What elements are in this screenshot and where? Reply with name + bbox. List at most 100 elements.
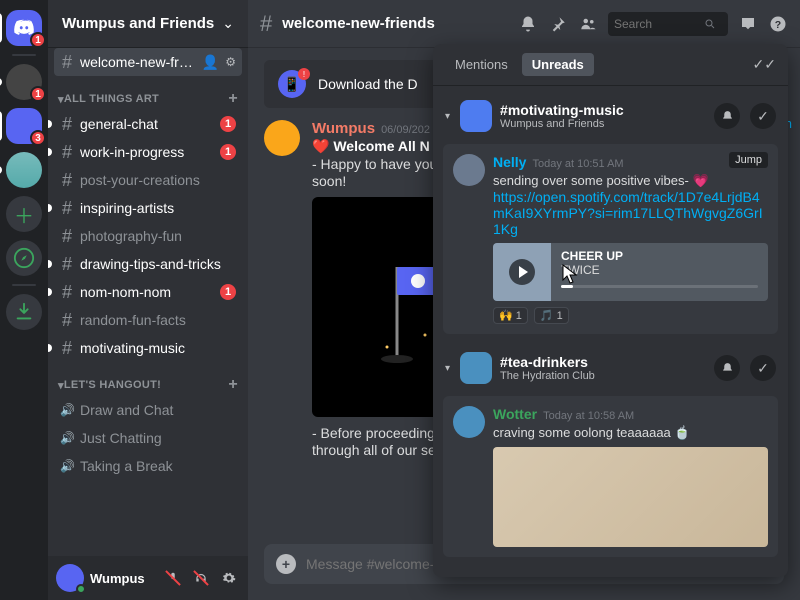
channel-wip[interactable]: #work-in-progress1 [54, 138, 242, 166]
jump-button[interactable]: Jump [729, 152, 768, 168]
voice-just[interactable]: 🔊Just Chatting [54, 424, 242, 452]
channel-random[interactable]: #random-fun-facts [54, 306, 242, 334]
user-settings-button[interactable] [218, 567, 240, 589]
topbar: # welcome-new-friends ? [248, 0, 800, 48]
inbox-section-tea: ▾ #tea-drinkers The Hydration Club ✓ Wot… [443, 346, 778, 557]
mute-mic-button[interactable] [162, 567, 184, 589]
attached-image[interactable] [493, 447, 768, 547]
chevron-down-icon[interactable]: ▾ [445, 111, 450, 122]
home-badge: 1 [30, 32, 46, 48]
section-notify-button[interactable] [714, 103, 740, 129]
play-icon[interactable] [509, 259, 535, 285]
pin-icon [549, 15, 567, 33]
inbox-section-music: ▾ #motivating-music Wumpus and Friends ✓… [443, 94, 778, 334]
mark-all-read-button[interactable]: ✓✓ [753, 56, 776, 73]
author-name[interactable]: Nelly [493, 154, 526, 170]
search-box[interactable] [608, 12, 728, 36]
channel-post[interactable]: #post-your-creations [54, 166, 242, 194]
spotify-embed[interactable]: CHEER UP TWICE [493, 243, 768, 301]
section-notify-button[interactable] [714, 355, 740, 381]
inbox-icon [739, 15, 757, 33]
section-channel[interactable]: #motivating-music [500, 102, 624, 118]
voice-draw[interactable]: 🔊Draw and Chat [54, 396, 242, 424]
channel-photo[interactable]: #photography-fun [54, 222, 242, 250]
author-avatar[interactable] [264, 120, 300, 156]
search-icon [704, 18, 716, 30]
add-friend-icon[interactable]: 👤 [202, 54, 219, 71]
reaction[interactable]: 🙌 1 [493, 307, 528, 324]
pinned-button[interactable] [548, 14, 568, 34]
hash-icon: # [260, 11, 272, 37]
add-server-button[interactable]: ＋ [6, 196, 42, 232]
guild-server2[interactable]: 3 [6, 108, 42, 144]
author-name[interactable]: Wumpus [312, 120, 375, 137]
members-button[interactable] [578, 14, 598, 34]
inbox-message[interactable]: Jump NellyToday at 10:51 AM sending over… [443, 144, 778, 334]
speaker-icon: 🔊 [60, 403, 74, 417]
speaker-icon: 🔊 [60, 459, 74, 473]
section-mark-read-button[interactable]: ✓ [750, 355, 776, 381]
self-username: Wumpus [90, 571, 156, 586]
guild-rail: 1 1 3 ＋ [0, 0, 48, 600]
download-icon [13, 301, 35, 323]
channel-welcome[interactable]: #welcome-new-frie…👤⚙ [54, 48, 242, 76]
channel-general[interactable]: #general-chat1 [54, 110, 242, 138]
download-apps-button[interactable] [6, 294, 42, 330]
category-art[interactable]: ▾ ALL THINGS ART+ [54, 76, 242, 110]
inbox-message[interactable]: WotterToday at 10:58 AM craving some ool… [443, 396, 778, 557]
compass-icon [13, 247, 35, 269]
members-icon [578, 15, 598, 33]
help-button[interactable]: ? [768, 14, 788, 34]
mic-icon [166, 571, 180, 585]
chevron-down-icon: ⌄ [222, 15, 234, 32]
tab-unreads[interactable]: Unreads [522, 53, 594, 76]
server-header[interactable]: Wumpus and Friends ⌄ [48, 0, 248, 48]
self-avatar[interactable] [56, 564, 84, 592]
inbox-tabs: Mentions Unreads ✓✓ [433, 44, 788, 86]
deafen-button[interactable] [190, 567, 212, 589]
channel-music[interactable]: #motivating-music [54, 334, 242, 362]
explore-button[interactable] [6, 240, 42, 276]
gear-icon[interactable]: ⚙ [225, 55, 236, 69]
channel-title: welcome-new-friends [282, 15, 435, 32]
guild-wumpus[interactable]: 1 [6, 64, 42, 100]
section-server: The Hydration Club [500, 370, 595, 382]
progress-bar[interactable] [561, 285, 758, 288]
reaction[interactable]: 🎵 1 [534, 307, 569, 324]
server-name: Wumpus and Friends [62, 15, 222, 32]
user-panel: Wumpus [48, 556, 248, 600]
add-channel-icon[interactable]: + [228, 376, 238, 394]
svg-text:?: ? [775, 18, 781, 30]
spotify-link[interactable]: https://open.spotify.com/track/1D7e4Lrjd… [493, 189, 763, 237]
section-guild-icon[interactable] [460, 100, 492, 132]
section-server: Wumpus and Friends [500, 118, 624, 130]
channel-inspiring[interactable]: #inspiring-artists [54, 194, 242, 222]
author-name[interactable]: Wotter [493, 406, 537, 422]
section-channel[interactable]: #tea-drinkers [500, 354, 595, 370]
guild-server3[interactable] [6, 152, 42, 188]
timestamp: 06/09/202 [381, 124, 430, 136]
author-avatar[interactable] [453, 154, 485, 186]
help-icon: ? [769, 15, 787, 33]
speaker-icon: 🔊 [60, 431, 74, 445]
notifications-button[interactable] [518, 14, 538, 34]
attach-button[interactable]: + [276, 554, 296, 574]
inbox-button[interactable] [738, 14, 758, 34]
bell-icon [519, 15, 537, 33]
channel-nom[interactable]: #nom-nom-nom1 [54, 278, 242, 306]
add-channel-icon[interactable]: + [228, 90, 238, 108]
home-guild[interactable]: 1 [6, 10, 42, 46]
chevron-down-icon[interactable]: ▾ [445, 363, 450, 374]
tab-mentions[interactable]: Mentions [445, 53, 518, 76]
voice-break[interactable]: 🔊Taking a Break [54, 452, 242, 480]
inbox-popover: Mentions Unreads ✓✓ ▾ #motivating-music … [433, 44, 788, 577]
search-input[interactable] [614, 17, 704, 31]
author-avatar[interactable] [453, 406, 485, 438]
category-hangout[interactable]: ▾ LET'S HANGOUT!+ [54, 362, 242, 396]
gear-icon [222, 571, 236, 585]
album-art [493, 243, 551, 301]
section-mark-read-button[interactable]: ✓ [750, 103, 776, 129]
channel-sidebar: Wumpus and Friends ⌄ #welcome-new-frie…👤… [48, 0, 248, 600]
channel-drawing[interactable]: #drawing-tips-and-tricks [54, 250, 242, 278]
section-guild-icon[interactable] [460, 352, 492, 384]
